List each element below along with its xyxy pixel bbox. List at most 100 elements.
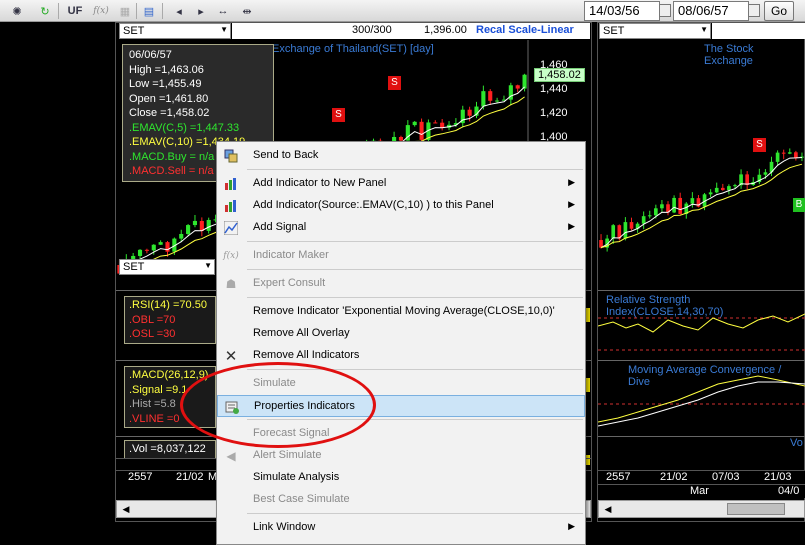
- rsi-obl: .OBL =70: [129, 313, 176, 326]
- menu-item-remove-indicator[interactable]: Remove Indicator 'Exponential Moving Ave…: [217, 301, 585, 323]
- grid-icon[interactable]: ▦: [116, 2, 134, 20]
- current-price-label: 1,458.02: [534, 68, 585, 82]
- y-tick-label: 1,440: [540, 83, 568, 95]
- buy-signal-marker[interactable]: B: [793, 198, 805, 212]
- ema5-line: [600, 157, 803, 249]
- menu-item-add-indicator-this-panel[interactable]: Add Indicator(Source:.EMAV(C,10) ) to th…: [217, 195, 585, 217]
- candle-body: [419, 121, 424, 140]
- start-date-input[interactable]: 14/03/56: [584, 1, 660, 21]
- menu-item-simulate-analysis[interactable]: Simulate Analysis: [217, 467, 585, 489]
- symbol-select[interactable]: SET ▼: [119, 23, 231, 39]
- candle-body: [495, 100, 500, 102]
- tooltip-low: Low =1,455.49: [129, 78, 202, 90]
- chart-icon[interactable]: ▤: [140, 2, 158, 20]
- bar-chart-icon: [223, 198, 239, 214]
- tooltip-open: Open =1,461.80: [129, 92, 209, 105]
- candle-body: [708, 192, 713, 195]
- tooltip-close: Close =1,458.02: [129, 107, 210, 119]
- speaker-icon: ◀: [226, 449, 236, 463]
- menu-item-label: Link Window: [253, 521, 316, 533]
- candle-body: [151, 244, 156, 251]
- refresh-icon[interactable]: ↻: [36, 2, 54, 20]
- submenu-arrow-icon: ▶: [568, 521, 575, 531]
- menu-item-link-window[interactable]: Link Window ▶: [217, 517, 585, 539]
- calendar-icon[interactable]: [748, 4, 760, 17]
- chart-header-bar: [712, 23, 805, 39]
- candle-body: [745, 174, 749, 185]
- calendar-icon[interactable]: [659, 4, 671, 17]
- scroll-left-arrow-icon[interactable]: ◀: [119, 502, 133, 516]
- go-button[interactable]: Go: [764, 1, 794, 21]
- candle-body: [623, 222, 628, 239]
- scroll-right-icon[interactable]: ▸: [192, 2, 210, 20]
- expand-icon[interactable]: ↔: [214, 2, 232, 20]
- menu-item-label: Expert Consult: [253, 277, 326, 289]
- candle-body: [467, 109, 472, 116]
- right-timeline-months: Mar 04/0: [598, 484, 805, 498]
- menu-item-label: Remove All Indicators: [253, 349, 360, 361]
- chevron-down-icon: ▼: [700, 25, 708, 34]
- menu-item-expert-consult: ☗ Expert Consult: [217, 273, 585, 295]
- candle-body: [515, 85, 520, 89]
- right-timeline: 2557 21/02 07/03 21/03: [598, 470, 805, 484]
- main-toolbar: ✺ ↻ UF f(x) ▦ ▤ ◂ ▸ ↔ ⇹ 14/03/56 08/06/5…: [0, 0, 805, 22]
- wheel-icon[interactable]: ✺: [8, 2, 26, 20]
- bar-chart-icon: [223, 176, 239, 192]
- tooltip-high: High =1,463.06: [129, 63, 204, 76]
- menu-item-label: Remove All Overlay: [253, 327, 350, 339]
- timeline-label: 21/03: [764, 471, 792, 483]
- price-chart[interactable]: [598, 40, 805, 290]
- collapse-icon[interactable]: ⇹: [238, 2, 256, 20]
- volume-legend: .Vol =8,037,122: [124, 440, 216, 459]
- macd-chart[interactable]: [598, 372, 805, 434]
- timeline-label: Mar: [690, 485, 709, 497]
- candle-body: [720, 187, 725, 191]
- candle-body: [611, 225, 616, 239]
- scrollbar-thumb[interactable]: [727, 503, 785, 515]
- candle-body: [488, 91, 493, 101]
- symbol-value: SET: [123, 261, 145, 273]
- sell-signal-marker[interactable]: S: [332, 108, 345, 122]
- menu-item-indicator-maker: f(x) Indicator Maker: [217, 245, 585, 267]
- symbol-select[interactable]: SET ▼: [599, 23, 711, 39]
- function-button[interactable]: f(x): [90, 2, 112, 20]
- toolbar-separator: [58, 3, 59, 19]
- sell-signal-marker[interactable]: S: [388, 76, 401, 90]
- menu-separator: [247, 241, 583, 242]
- end-date-input[interactable]: 08/06/57: [673, 1, 749, 21]
- menu-separator: [247, 169, 583, 170]
- scroll-left-icon[interactable]: ◂: [170, 2, 188, 20]
- panel-divider: [598, 290, 805, 291]
- candle-body: [714, 187, 719, 193]
- right-horizontal-scrollbar[interactable]: ◀: [598, 500, 805, 518]
- function-icon: f(x): [223, 251, 239, 261]
- rsi-chart[interactable]: [598, 306, 805, 360]
- candle-body: [412, 121, 417, 126]
- candle-body: [727, 186, 731, 191]
- panel-divider: [598, 360, 805, 361]
- submenu-arrow-icon: ▶: [568, 177, 575, 187]
- layers-icon: [223, 148, 239, 164]
- menu-item-add-signal[interactable]: Add Signal ▶: [217, 217, 585, 239]
- menu-item-send-to-back[interactable]: Send to Back: [217, 145, 585, 167]
- user-function-button[interactable]: UF: [64, 2, 86, 20]
- candlestick-series: [599, 148, 804, 252]
- menu-separator: [247, 513, 583, 514]
- candle-body: [398, 136, 404, 141]
- candle-body: [144, 249, 149, 251]
- menu-item-remove-all-overlay[interactable]: Remove All Overlay: [217, 323, 585, 345]
- timeline-label: 21/02: [176, 471, 204, 483]
- timeline-label: 07/03: [712, 471, 740, 483]
- candle-body: [654, 208, 658, 216]
- symbol-select[interactable]: SET ▼: [119, 259, 215, 275]
- menu-separator: [247, 297, 583, 298]
- sell-signal-marker[interactable]: S: [753, 138, 766, 152]
- candle-body: [660, 204, 664, 209]
- menu-item-label: Best Case Simulate: [253, 493, 350, 505]
- menu-item-label: Add Signal: [253, 221, 307, 233]
- timeline-label: 04/0: [778, 485, 800, 497]
- recal-scale-button[interactable]: Recal Scale-Linear: [476, 24, 574, 36]
- scroll-left-arrow-icon[interactable]: ◀: [601, 502, 615, 516]
- menu-item-add-indicator-new-panel[interactable]: Add Indicator to New Panel ▶: [217, 173, 585, 195]
- toolbar-separator: [136, 3, 137, 19]
